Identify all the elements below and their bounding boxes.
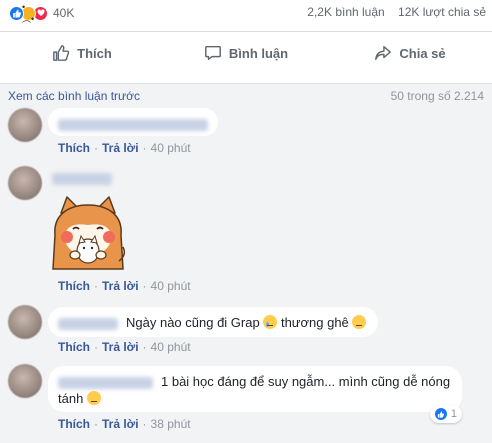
avatar[interactable] xyxy=(8,305,42,339)
separator: · xyxy=(94,279,98,293)
comment-button[interactable]: Bình luận xyxy=(164,33,328,73)
comment-like-link[interactable]: Thích xyxy=(58,340,90,354)
comment-text: Ngày nào cũng đi Grap xyxy=(126,315,260,330)
comment-timestamp[interactable]: 40 phút xyxy=(151,340,191,354)
comment-reply-link[interactable]: Trả lời xyxy=(102,340,139,354)
avatar[interactable] xyxy=(8,166,42,200)
comment-bubble: 1 bài học đáng để suy ngẫm... mình cũng … xyxy=(48,366,462,412)
separator: · xyxy=(142,279,147,293)
view-previous-comments-link[interactable]: Xem các bình luận trước xyxy=(8,89,140,103)
share-button-label: Chia sẻ xyxy=(399,45,446,61)
comment-text: tánh xyxy=(58,391,84,406)
comment-like-badge[interactable]: 1 xyxy=(429,405,462,423)
avatar[interactable] xyxy=(8,364,42,398)
like-icon xyxy=(434,408,447,420)
comment-like-link[interactable]: Thích xyxy=(58,279,90,293)
comment-like-count: 1 xyxy=(450,408,457,420)
share-button[interactable]: Chia sẻ xyxy=(328,33,492,73)
comment-button-label: Bình luận xyxy=(228,45,289,61)
post-stats-bar: •︵• 40K 2,2K bình luận 12K lượt chia sẻ xyxy=(0,0,492,30)
like-button[interactable]: Thích xyxy=(0,33,164,73)
comment-icon xyxy=(204,45,221,61)
comment-bubble xyxy=(48,108,218,136)
comment-meta: Thích · Trả lời · 40 phút xyxy=(58,279,191,293)
comment-reply-link[interactable]: Trả lời xyxy=(102,279,139,293)
comment-timestamp[interactable]: 40 phút xyxy=(151,279,191,293)
separator: · xyxy=(142,417,147,431)
commenter-name-blurred[interactable] xyxy=(58,376,153,389)
comment-meta: Thích · Trả lời · 40 phút xyxy=(58,141,191,155)
comment-meta: Thích · Trả lời · 38 phút xyxy=(58,417,191,431)
disappointed-face-icon xyxy=(352,315,367,329)
comment-reply-link[interactable]: Trả lời xyxy=(102,417,139,431)
comment-timestamp[interactable]: 40 phút xyxy=(151,141,191,155)
commenter-name-blurred[interactable] xyxy=(58,317,118,330)
comment-bubble: Ngày nào cũng đi Grap thương ghê xyxy=(48,307,378,337)
separator: · xyxy=(94,141,98,155)
separator: · xyxy=(94,340,98,354)
comment-reply-link[interactable]: Trả lời xyxy=(102,141,139,155)
thumbs-up-icon xyxy=(53,45,70,61)
post-action-bar: Thích Bình luận Chia sẻ xyxy=(0,33,492,73)
divider xyxy=(0,31,492,32)
separator: · xyxy=(142,141,147,155)
comment-meta: Thích · Trả lời · 40 phút xyxy=(58,340,191,354)
shiba-dog-holding-cat-sticker[interactable] xyxy=(47,195,129,277)
expressionless-face-icon xyxy=(86,391,101,405)
avatar[interactable] xyxy=(8,108,42,142)
reactions-summary[interactable]: •︵• 40K xyxy=(9,2,74,24)
shares-count[interactable]: 12K lượt chia sẻ xyxy=(398,5,486,19)
reaction-count[interactable]: 40K xyxy=(53,6,74,20)
post-counters: 2,2K bình luận 12K lượt chia sẻ xyxy=(297,5,486,19)
share-icon xyxy=(375,45,392,61)
like-reaction-icon xyxy=(9,5,24,21)
comment-timestamp[interactable]: 38 phút xyxy=(151,417,191,431)
separator: · xyxy=(94,417,98,431)
commenter-name-blurred[interactable] xyxy=(52,172,112,185)
commenter-name-blurred[interactable] xyxy=(58,118,208,131)
commenter-name-bubble xyxy=(48,170,118,190)
comment-text: thương ghê xyxy=(280,315,349,330)
separator: · xyxy=(142,340,147,354)
comment-like-link[interactable]: Thích xyxy=(58,141,90,155)
like-button-label: Thích xyxy=(77,45,112,61)
comment-like-link[interactable]: Thích xyxy=(58,417,90,431)
comments-count[interactable]: 2,2K bình luận xyxy=(307,5,384,19)
comment-text: 1 bài học đáng để suy ngẫm... mình cũng … xyxy=(161,374,451,389)
comments-pagination-count: 50 trong số 2.214 xyxy=(390,89,484,103)
crying-face-icon xyxy=(263,315,278,329)
